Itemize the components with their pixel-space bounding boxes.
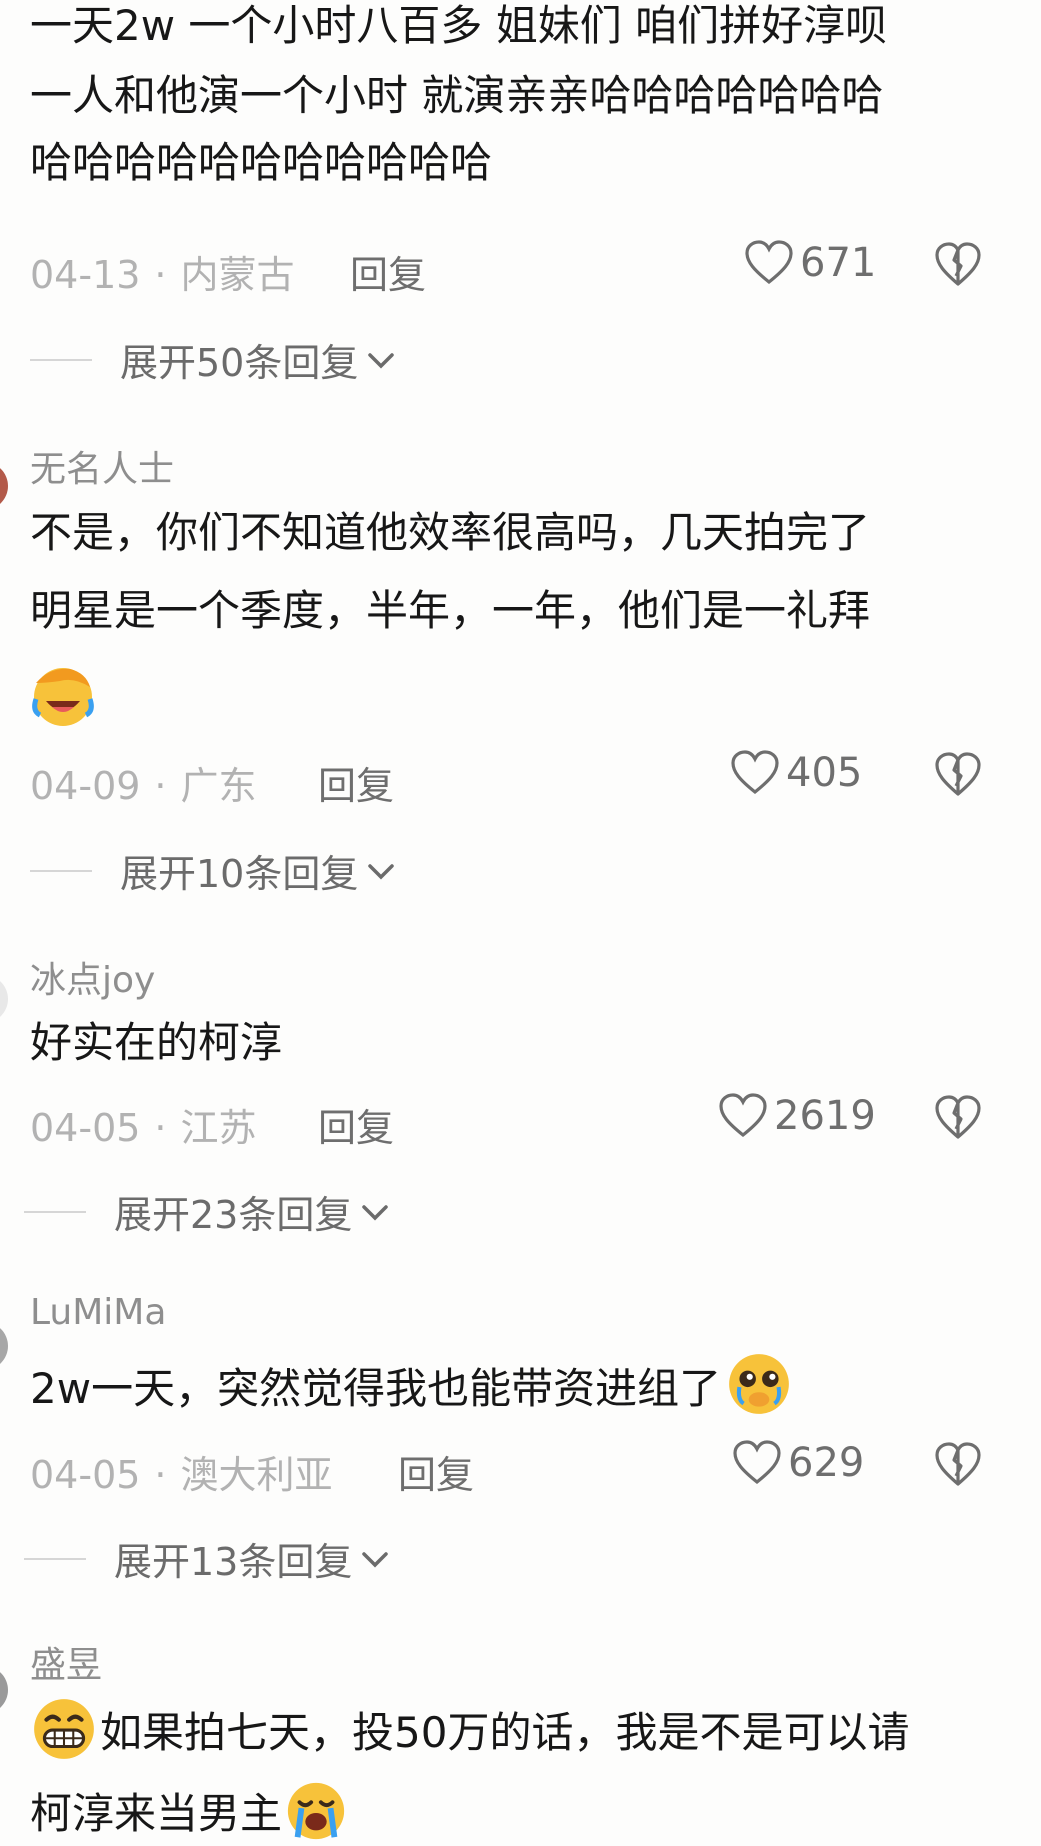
comment-date: 04-05 (30, 1453, 141, 1497)
meta-separator: · (154, 1106, 167, 1150)
comment-location: 江苏 (180, 1106, 257, 1150)
like-count: 405 (786, 750, 863, 796)
meta-separator: · (154, 764, 167, 808)
comment-username[interactable]: 盛昱 (30, 1636, 102, 1688)
reply-button[interactable]: 回复 (398, 1444, 474, 1499)
meta-separator: · (154, 1453, 167, 1497)
comment-text: 如果拍七天，投50万的话，我是不是可以请 (100, 1708, 910, 1757)
avatar[interactable] (0, 462, 8, 510)
comment-text: 2w一天，突然觉得我也能带资进组了 (30, 1364, 722, 1413)
comment-text: 柯淳来当男主 (30, 1789, 283, 1838)
expand-divider (30, 869, 92, 872)
expand-replies-label: 展开13条回复 (114, 1540, 353, 1584)
comment-text-line: 柯淳来当男主 (30, 1782, 348, 1843)
comment-meta: 04-09 · 广东 (30, 755, 257, 810)
broken-heart-icon[interactable] (934, 752, 982, 798)
chevron-down-icon (362, 1551, 389, 1567)
expand-replies-label: 展开10条回复 (120, 852, 359, 896)
comment-location: 内蒙古 (180, 253, 295, 297)
meta-separator: · (154, 253, 167, 297)
grinning-emoji (34, 1699, 94, 1759)
laughing-crying-emoji (32, 668, 94, 726)
like-count: 2619 (774, 1093, 876, 1139)
like-count: 629 (788, 1440, 865, 1486)
comment-text-line: 一人和他演一个小时 就演亲亲哈哈哈哈哈哈哈 (30, 71, 884, 120)
expand-divider (30, 358, 92, 361)
broken-heart-icon[interactable] (934, 1442, 982, 1488)
comment-date: 04-05 (30, 1106, 141, 1150)
comment-text-line: 一天2w 一个小时八百多 姐妹们 咱们拼好淳呗 (30, 1, 888, 50)
reply-button[interactable]: 回复 (318, 755, 394, 810)
crying-emoji (287, 1782, 345, 1840)
comment-meta: 04-05 · 澳大利亚 (30, 1444, 333, 1499)
expand-divider (24, 1557, 86, 1560)
chevron-down-icon (362, 1204, 389, 1220)
avatar[interactable] (0, 1666, 8, 1714)
comment-text-line: 好实在的柯淳 (30, 1018, 283, 1067)
heart-icon (733, 1440, 781, 1485)
like-button[interactable]: 405 (730, 750, 862, 796)
comment-username[interactable]: 冰点joy (30, 951, 155, 1003)
reply-button[interactable]: 回复 (350, 244, 426, 299)
like-button[interactable]: 629 (732, 1440, 864, 1486)
like-count: 671 (800, 240, 877, 286)
expand-replies-button[interactable]: 展开13条回复 (24, 1531, 392, 1586)
heart-icon (745, 240, 793, 285)
comment-location: 澳大利亚 (180, 1453, 333, 1497)
heart-icon (719, 1093, 767, 1138)
comment-username[interactable]: LuMiMa (30, 1292, 166, 1333)
expand-replies-button[interactable]: 展开10条回复 (30, 843, 398, 898)
comment-text-line: 明星是一个季度，半年，一年，他们是一礼拜 (30, 586, 871, 635)
comment-location: 广东 (180, 764, 257, 808)
comment-date: 04-09 (30, 764, 141, 808)
comment-meta: 04-13 · 内蒙古 (30, 244, 295, 299)
broken-heart-icon[interactable] (934, 242, 982, 288)
heart-icon (731, 750, 779, 795)
comment-date: 04-13 (30, 253, 141, 297)
expand-replies-button[interactable]: 展开23条回复 (24, 1184, 392, 1239)
avatar[interactable] (0, 975, 8, 1023)
like-button[interactable]: 671 (744, 240, 876, 286)
expand-divider (24, 1210, 86, 1213)
comment-meta: 04-05 · 江苏 (30, 1097, 257, 1152)
like-button[interactable]: 2619 (718, 1093, 876, 1139)
chevron-down-icon (368, 863, 395, 879)
broken-heart-icon[interactable] (934, 1095, 982, 1141)
comment-text-line: 哈哈哈哈哈哈哈哈哈哈哈 (30, 138, 493, 187)
expand-replies-label: 展开23条回复 (114, 1193, 353, 1237)
chevron-down-icon (368, 352, 395, 368)
avatar[interactable] (0, 1322, 8, 1370)
expand-replies-button[interactable]: 展开50条回复 (30, 332, 398, 387)
comment-text-line: 不是，你们不知道他效率很高吗，几天拍完了 (30, 508, 871, 557)
comment-username[interactable]: 无名人士 (30, 440, 174, 492)
comment-text-line: 如果拍七天，投50万的话，我是不是可以请 (30, 1699, 910, 1763)
comment-text-line: 2w一天，突然觉得我也能带资进组了 (30, 1354, 793, 1418)
expand-replies-label: 展开50条回复 (120, 341, 359, 385)
reply-button[interactable]: 回复 (318, 1097, 394, 1152)
teary-pleading-emoji (729, 1354, 789, 1414)
